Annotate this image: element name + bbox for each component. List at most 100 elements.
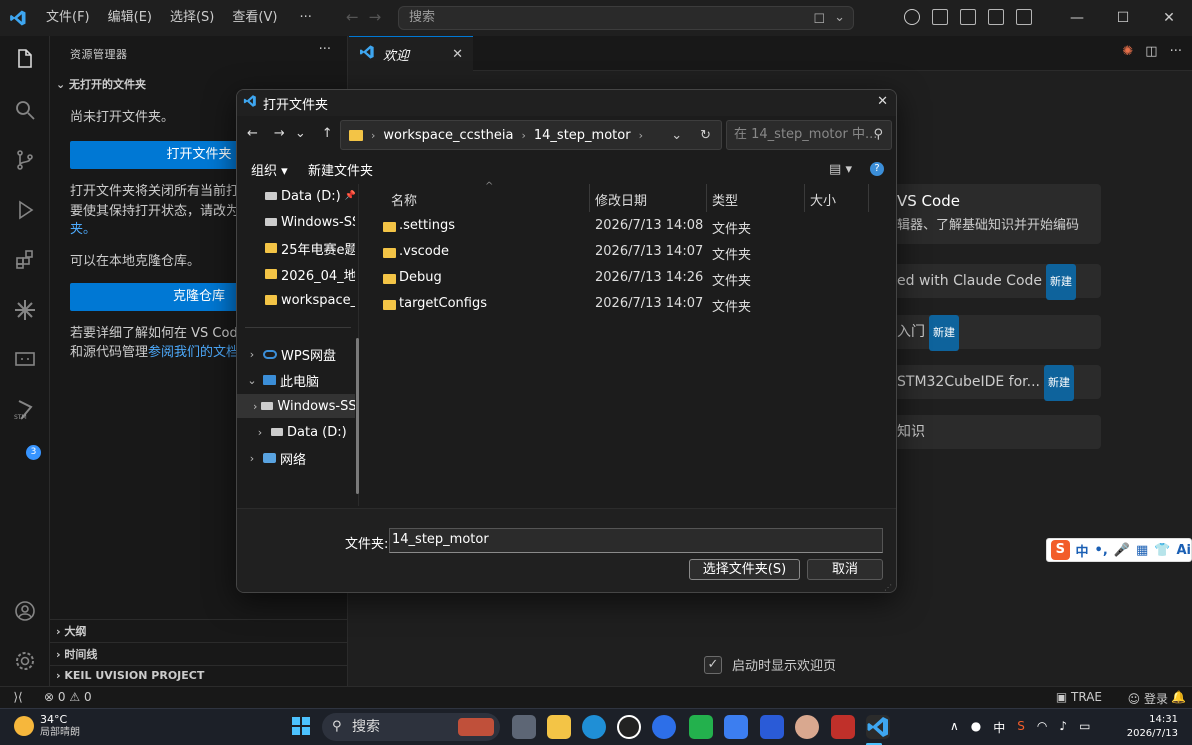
breadcrumb-0[interactable]: workspace_ccstheia: [383, 128, 513, 143]
chat-icon[interactable]: ☐: [813, 9, 825, 31]
vscode-taskbar-icon[interactable]: [866, 715, 890, 739]
chevron-down-icon[interactable]: ⌄: [834, 7, 845, 29]
accounts-icon[interactable]: [12, 598, 38, 624]
wifi-icon[interactable]: ◠: [1037, 719, 1047, 736]
minimize-icon[interactable]: —: [1054, 10, 1100, 26]
nav-item-wps-drive[interactable]: › WPS网盘: [237, 342, 355, 366]
address-dropdown-icon[interactable]: ⌄: [671, 128, 682, 143]
clock[interactable]: 14:31 2026/7/13: [1127, 713, 1178, 741]
up-icon[interactable]: ↑: [322, 126, 333, 141]
ime-mode[interactable]: 中: [1076, 541, 1089, 560]
no-folder-section[interactable]: ⌄ 无打开的文件夹: [56, 76, 146, 92]
folder-name-input[interactable]: 14_step_motor: [389, 528, 883, 553]
ime-ai[interactable]: Ai: [1176, 543, 1191, 558]
windows-start-icon[interactable]: [292, 717, 310, 735]
remote-explorer-icon[interactable]: [12, 347, 38, 373]
organize-button[interactable]: 组织 ▾: [251, 160, 288, 179]
chevron-right-icon[interactable]: ›: [253, 426, 267, 439]
menu-view[interactable]: 查看(V): [226, 0, 283, 36]
keil-section[interactable]: › KEIL UVISION PROJECT: [56, 669, 204, 682]
chevron-down-icon[interactable]: ⌄: [245, 374, 259, 387]
mic-icon[interactable]: 🎤: [1114, 543, 1130, 558]
menu-file[interactable]: 文件(F): [40, 0, 96, 36]
nav-item-network[interactable]: › 网络: [237, 446, 355, 470]
more-icon[interactable]: ···: [1170, 44, 1182, 59]
checkbox[interactable]: ✓: [704, 655, 722, 674]
weather-widget[interactable]: 34°C 局部晴朗: [14, 713, 80, 739]
address-bar[interactable]: › workspace_ccstheia › 14_step_motor › ⌄…: [340, 120, 722, 150]
dialog-search-input[interactable]: 在 14_step_motor 中... ⚲: [726, 120, 892, 150]
maximize-icon[interactable]: ☐: [1100, 10, 1146, 26]
column-divider[interactable]: [868, 184, 869, 212]
volume-icon[interactable]: ♪: [1059, 719, 1067, 736]
welcome-card-stm32[interactable]: STM32CubeIDE for... 新建: [889, 365, 1101, 401]
keyboard-icon[interactable]: ▦: [1136, 543, 1148, 558]
qq-icon[interactable]: [617, 715, 641, 739]
breadcrumb-1[interactable]: 14_step_motor: [534, 128, 631, 143]
ime-toolbar[interactable]: S 中 •, 🎤 ▦ 👕 Ai: [1046, 538, 1192, 562]
timeline-section[interactable]: › 时间线: [56, 646, 97, 662]
menu-more[interactable]: ···: [293, 0, 317, 36]
tray-chevron-icon[interactable]: ∧: [950, 719, 959, 736]
gear-icon[interactable]: [12, 648, 38, 674]
welcome-card-vscode[interactable]: VS Code 辑器、了解基础知识并开始编码: [889, 184, 1101, 244]
claude-icon[interactable]: [12, 297, 38, 323]
more-actions-icon[interactable]: ···: [319, 42, 331, 57]
nav-item-folder-2[interactable]: 2026_04_地铁: [237, 262, 355, 286]
nav-item-data-d-pc[interactable]: › Data (D:): [237, 420, 355, 444]
copilot-icon[interactable]: [904, 9, 920, 25]
back-arrow-icon[interactable]: ←: [346, 8, 359, 26]
bell-icon[interactable]: 🔔: [1171, 690, 1186, 704]
chevron-right-icon[interactable]: ›: [253, 400, 257, 413]
refresh-icon[interactable]: ↻: [700, 128, 711, 143]
help-icon[interactable]: ?: [870, 162, 884, 176]
column-divider[interactable]: [589, 184, 590, 212]
column-divider[interactable]: [706, 184, 707, 212]
toggle-panel-icon[interactable]: [988, 9, 1004, 25]
login-status[interactable]: ☺ 登录: [1128, 690, 1168, 707]
skin-icon[interactable]: 👕: [1154, 543, 1170, 558]
wechat-icon[interactable]: [689, 715, 713, 739]
claude-action-icon[interactable]: ✺: [1122, 44, 1133, 59]
file-row[interactable]: Debug 2026/7/13 14:26 文件夹: [367, 266, 867, 292]
column-size[interactable]: 大小: [810, 190, 836, 209]
nav-item-folder-1[interactable]: 25年电赛e题: [237, 236, 355, 260]
edge-icon[interactable]: [582, 715, 606, 739]
outline-section[interactable]: › 大纲: [56, 623, 86, 639]
wps-icon[interactable]: [760, 715, 784, 739]
tray-app-icon[interactable]: ●: [971, 719, 981, 736]
split-editor-icon[interactable]: ◫: [1145, 44, 1157, 59]
trae-status[interactable]: ▣ TRAE: [1056, 690, 1102, 704]
column-name[interactable]: 名称: [391, 190, 417, 209]
remote-indicator-icon[interactable]: ⟩⟨: [0, 687, 36, 709]
back-icon[interactable]: ←: [247, 126, 258, 141]
chevron-right-icon[interactable]: ›: [245, 348, 259, 361]
toggle-secondary-sidebar-icon[interactable]: [1016, 9, 1032, 25]
taskbar-search[interactable]: ⚲ 搜索: [322, 713, 500, 741]
file-row[interactable]: .vscode 2026/7/13 14:07 文件夹: [367, 240, 867, 266]
punct-icon[interactable]: •,: [1095, 543, 1108, 558]
battery-icon[interactable]: ▭: [1079, 719, 1090, 736]
resize-grip-icon[interactable]: ⋰: [884, 583, 892, 592]
welcome-card-start[interactable]: 入门 新建: [889, 315, 1101, 351]
close-dialog-icon[interactable]: ✕: [877, 94, 888, 109]
file-row[interactable]: targetConfigs 2026/7/13 14:07 文件夹: [367, 292, 867, 318]
nav-item-windows-ssd-pinned[interactable]: Windows-SSD: [237, 210, 355, 234]
chevron-right-icon[interactable]: ›: [245, 452, 259, 465]
recent-dropdown-icon[interactable]: ⌄: [295, 126, 306, 141]
run-debug-icon[interactable]: [12, 197, 38, 223]
cancel-button[interactable]: 取消: [807, 559, 883, 580]
baidu-netdisk-icon[interactable]: [724, 715, 748, 739]
source-control-icon[interactable]: [12, 147, 38, 173]
nav-item-this-pc[interactable]: ⌄ 此电脑: [237, 368, 355, 392]
welcome-card-claude[interactable]: ed with Claude Code 新建: [889, 264, 1101, 300]
close-tab-icon[interactable]: ✕: [452, 47, 463, 62]
welcome-card-knowledge[interactable]: 知识: [889, 415, 1101, 449]
new-folder-button[interactable]: 新建文件夹: [308, 160, 373, 179]
nav-item-windows-ssd[interactable]: › Windows-SSD: [237, 394, 355, 418]
search-app-icon[interactable]: [652, 715, 676, 739]
close-window-icon[interactable]: ✕: [1146, 10, 1192, 26]
show-welcome-toggle[interactable]: ✓ 启动时显示欢迎页: [704, 655, 836, 674]
nav-scrollbar[interactable]: [356, 338, 359, 494]
toggle-sidebar-icon[interactable]: [932, 9, 948, 25]
